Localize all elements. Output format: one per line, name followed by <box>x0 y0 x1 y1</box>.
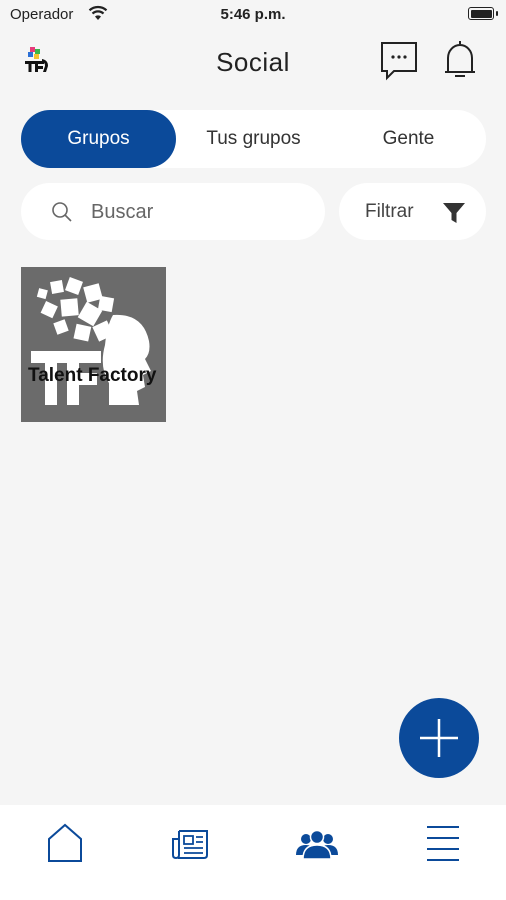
status-bar: Operador 5:46 p.m. <box>0 0 506 30</box>
app-header: Social <box>0 34 506 90</box>
newspaper-icon <box>172 830 208 860</box>
notifications-button[interactable] <box>440 38 480 82</box>
group-name: Talent Factory <box>28 365 157 386</box>
home-icon <box>48 823 82 862</box>
search-icon <box>51 201 73 228</box>
nav-groups[interactable] <box>292 821 342 867</box>
filter-label: Filtrar <box>365 201 414 222</box>
group-image <box>31 277 151 405</box>
tab-grupos[interactable]: Grupos <box>21 110 176 168</box>
clock: 5:46 p.m. <box>220 6 286 23</box>
nav-home[interactable] <box>40 821 90 867</box>
bell-icon <box>445 41 475 77</box>
filter-funnel-icon <box>442 202 466 229</box>
tab-bar: Grupos Tus grupos Gente <box>21 110 486 168</box>
add-group-button[interactable] <box>399 698 479 778</box>
menu-icon <box>427 826 459 861</box>
battery-icon <box>468 7 498 20</box>
filter-button[interactable]: Filtrar <box>339 183 486 240</box>
group-card[interactable]: Talent Factory <box>21 267 166 422</box>
search-input[interactable] <box>89 195 313 229</box>
chat-button[interactable] <box>378 40 420 82</box>
tab-gente[interactable]: Gente <box>331 110 486 168</box>
tab-tus-grupos[interactable]: Tus grupos <box>176 110 331 168</box>
bottom-nav <box>0 805 506 900</box>
plus-icon <box>420 719 458 757</box>
nav-menu[interactable] <box>418 821 468 867</box>
people-icon <box>296 829 338 860</box>
nav-news[interactable] <box>166 821 216 867</box>
chat-bubble-icon <box>381 42 417 81</box>
search-bar <box>21 183 325 240</box>
page-title: Social <box>216 47 290 77</box>
